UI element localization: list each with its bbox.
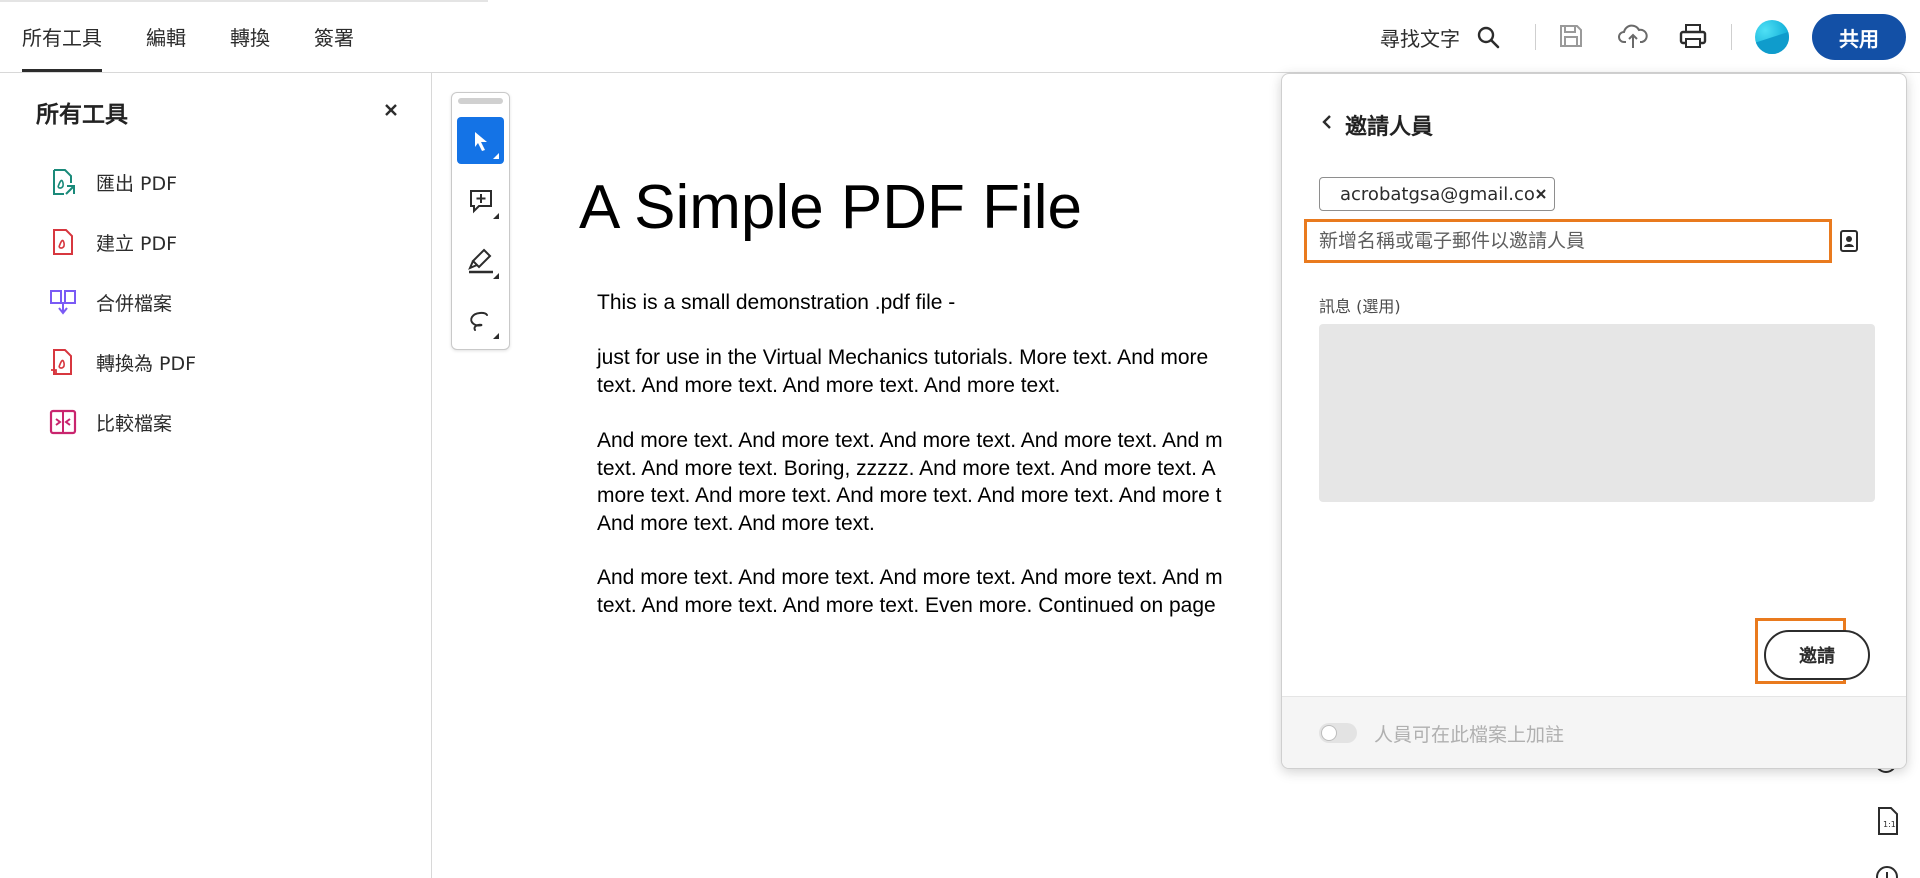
convert-to-pdf-icon xyxy=(48,347,78,377)
tool-export-pdf[interactable]: 匯出 PDF xyxy=(48,162,177,202)
back-chevron-icon[interactable] xyxy=(1317,112,1337,132)
panel-title: 邀請人員 xyxy=(1345,115,1434,140)
cursor-arrow-icon xyxy=(471,130,491,152)
quick-tools-toolbar xyxy=(451,92,510,350)
tool-compare-files[interactable]: 比較檔案 xyxy=(48,402,172,442)
compare-files-icon xyxy=(48,407,78,437)
all-tools-panel: 所有工具 匯出 PDF 建立 PDF 合併檔案 轉換為 PDF 比較檔案 xyxy=(0,73,432,878)
tool-convert-to-pdf[interactable]: 轉換為 PDF xyxy=(48,342,196,382)
highlighter-icon xyxy=(467,247,495,275)
freehand-draw-icon xyxy=(467,309,495,333)
find-text-label: 尋找文字 xyxy=(1380,26,1460,51)
document-paragraph: This is a small demonstration .pdf file … xyxy=(597,291,956,314)
create-pdf-icon xyxy=(48,227,78,257)
close-icon[interactable] xyxy=(380,99,402,121)
document-paragraph: just for use in the Virtual Mechanics tu… xyxy=(597,346,1209,397)
combine-files-icon xyxy=(48,287,78,317)
tool-create-pdf[interactable]: 建立 PDF xyxy=(48,222,177,262)
tool-label: 建立 PDF xyxy=(96,232,178,255)
submenu-indicator xyxy=(493,153,499,159)
right-rail: 1:1 xyxy=(1822,762,1898,878)
message-textarea[interactable] xyxy=(1319,324,1875,502)
address-book-icon[interactable] xyxy=(1838,229,1860,253)
tool-label: 合併檔案 xyxy=(96,292,173,315)
main-tabs: 所有工具 編輯 轉換 簽署 xyxy=(0,0,376,72)
toolbar-divider xyxy=(1535,24,1536,50)
add-comment-button[interactable] xyxy=(457,177,504,224)
top-bar: 所有工具 編輯 轉換 簽署 尋找文字 共用 xyxy=(0,0,1920,73)
message-label: 訊息 (選用) xyxy=(1319,297,1401,316)
tab-edit[interactable]: 編輯 xyxy=(124,0,208,72)
allow-comments-toggle[interactable] xyxy=(1319,723,1357,743)
select-tool-button[interactable] xyxy=(457,117,504,164)
allow-comments-label: 人員可在此檔案上加註 xyxy=(1374,724,1565,746)
invite-people-panel: 邀請人員 acrobatgsa@gmail.co 訊息 (選用) 邀請 人員可在… xyxy=(1281,73,1907,769)
tool-label: 轉換為 PDF xyxy=(96,352,197,375)
tool-combine-files[interactable]: 合併檔案 xyxy=(48,282,172,322)
tool-label: 比較檔案 xyxy=(96,412,173,435)
panel-footer: 人員可在此檔案上加註 xyxy=(1282,696,1906,768)
toolbar-divider xyxy=(1731,24,1732,50)
highlight-tool-button[interactable] xyxy=(457,237,504,284)
document-paragraph: And more text. And more text. And more t… xyxy=(597,566,1223,617)
tool-label: 匯出 PDF xyxy=(96,172,178,195)
tab-sign[interactable]: 簽署 xyxy=(292,0,376,72)
invite-recipient-input[interactable] xyxy=(1304,219,1832,263)
draw-tool-button[interactable] xyxy=(457,297,504,344)
invite-button[interactable]: 邀請 xyxy=(1764,630,1870,680)
user-avatar[interactable] xyxy=(1755,20,1789,54)
remove-recipient-icon[interactable] xyxy=(1535,187,1547,201)
search-icon xyxy=(1460,25,1500,49)
tab-convert[interactable]: 轉換 xyxy=(208,0,292,72)
submenu-indicator xyxy=(493,273,499,279)
tab-all-tools[interactable]: 所有工具 xyxy=(0,0,124,72)
print-icon[interactable] xyxy=(1676,19,1710,53)
zoom-in-icon[interactable] xyxy=(1874,864,1900,878)
recipient-chip: acrobatgsa@gmail.co xyxy=(1319,177,1555,211)
export-pdf-icon xyxy=(48,167,78,197)
cloud-upload-icon[interactable] xyxy=(1616,19,1650,53)
document-paragraph: And more text. And more text. And more t… xyxy=(597,429,1223,535)
share-button[interactable]: 共用 xyxy=(1812,14,1906,60)
submenu-indicator xyxy=(493,333,499,339)
find-text-button[interactable]: 尋找文字 xyxy=(1380,20,1500,54)
document-title: A Simple PDF File xyxy=(579,173,1083,242)
fit-page-icon[interactable]: 1:1 xyxy=(1876,806,1900,836)
panel-title: 所有工具 xyxy=(36,102,128,128)
submenu-indicator xyxy=(493,213,499,219)
save-icon[interactable] xyxy=(1554,19,1588,53)
recipient-email: acrobatgsa@gmail.co xyxy=(1340,183,1535,205)
svg-text:1:1: 1:1 xyxy=(1883,820,1896,829)
comment-add-icon xyxy=(468,188,494,214)
toolbar-drag-handle[interactable] xyxy=(458,98,503,104)
